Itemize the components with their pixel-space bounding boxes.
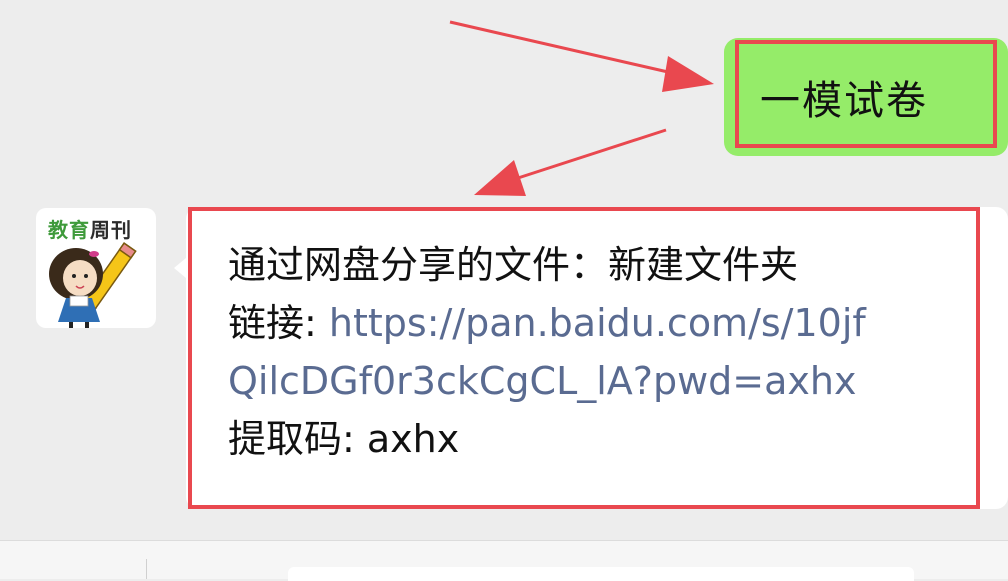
- incoming-bubble-tail: [174, 258, 186, 278]
- arrow-to-outgoing: [449, 20, 714, 92]
- message-input[interactable]: [288, 567, 914, 581]
- outgoing-message-bubble[interactable]: 一模试卷: [724, 38, 1008, 156]
- sender-avatar[interactable]: 教育周刊: [36, 208, 156, 328]
- input-bar-divider: [146, 559, 147, 579]
- arrow-to-incoming: [474, 128, 667, 196]
- share-link-part1[interactable]: https://pan.baidu.com/s/10jf: [329, 301, 866, 345]
- girl-with-pencil-icon: [49, 242, 137, 328]
- chat-input-bar: [0, 540, 1008, 581]
- link-line: 链接: https://pan.baidu.com/s/10jf: [228, 294, 968, 352]
- share-description: 通过网盘分享的文件：新建文件夹: [228, 243, 799, 287]
- extraction-code: 提取码: axhx: [228, 417, 460, 461]
- incoming-message-text: 通过网盘分享的文件：新建文件夹 链接: https://pan.baidu.co…: [228, 236, 968, 468]
- outgoing-message-text: 一模试卷: [760, 78, 928, 124]
- link-label: 链接:: [228, 301, 329, 345]
- share-link-part2[interactable]: QilcDGf0r3ckCgCL_lA?pwd=axhx: [228, 352, 968, 410]
